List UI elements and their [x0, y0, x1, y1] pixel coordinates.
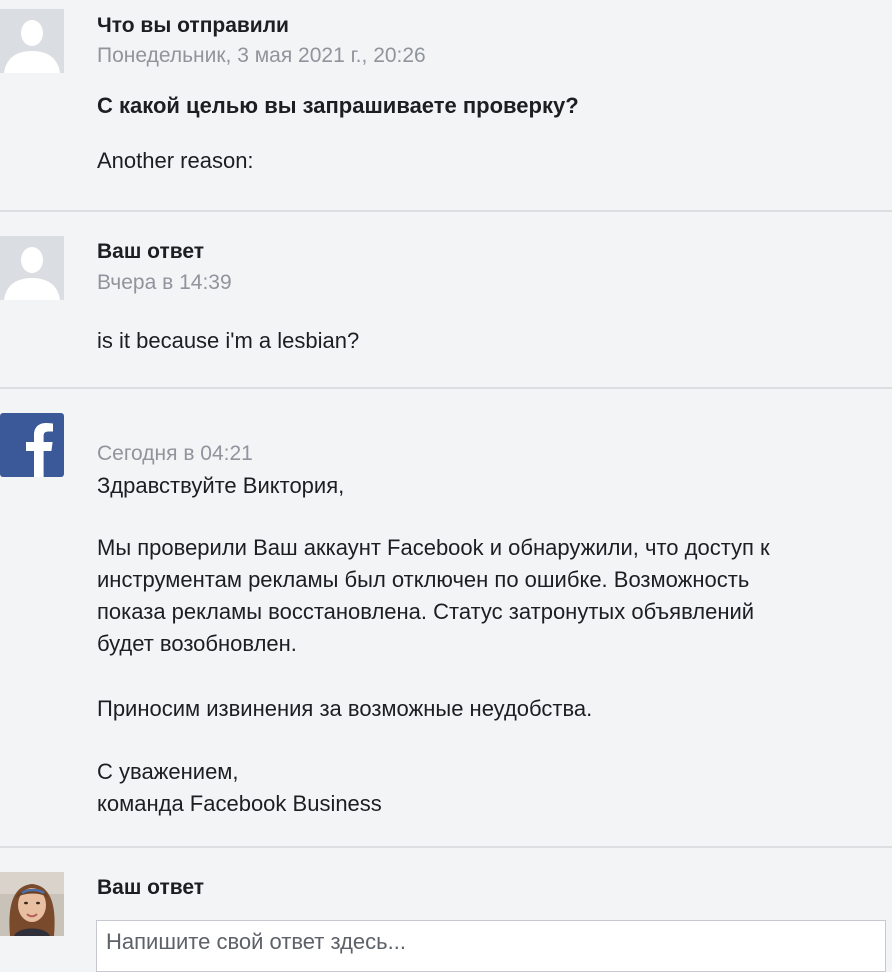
- apology-text: Приносим извинения за возможные неудобст…: [97, 696, 593, 721]
- answer-text: Another reason:: [97, 148, 254, 173]
- message-thread: Что вы отправили Понедельник, 3 мая 2021…: [0, 0, 892, 972]
- greeting-text: Здравствуйте Виктория,: [97, 473, 345, 498]
- message-divider: [0, 846, 892, 848]
- paragraph-line: инструментам рекламы был отключен по оши…: [97, 567, 750, 592]
- message-timestamp: Вчера в 14:39: [97, 271, 232, 294]
- reply-label: Ваш ответ: [97, 876, 205, 899]
- message-timestamp: Сегодня в 04:21: [97, 442, 253, 465]
- message-sender: Ваш ответ: [97, 240, 205, 263]
- user-photo-avatar: [0, 872, 64, 936]
- default-avatar-icon: [0, 9, 64, 73]
- message-body: is it because i'm a lesbian?: [97, 328, 360, 353]
- signature-text: команда Facebook Business: [97, 791, 382, 816]
- reply-input[interactable]: [96, 920, 886, 972]
- default-avatar-icon: [0, 236, 64, 300]
- message-divider: [0, 387, 892, 389]
- closing-text: С уважением,: [97, 759, 239, 784]
- message-divider: [0, 210, 892, 212]
- message-sender: Что вы отправили: [97, 14, 289, 37]
- facebook-logo-icon: [0, 413, 64, 477]
- message-paragraph: Мы проверили Ваш аккаунт Facebook и обна…: [97, 532, 882, 660]
- paragraph-line: будет возобновлен.: [97, 631, 297, 656]
- message-timestamp: Понедельник, 3 мая 2021 г., 20:26: [97, 44, 426, 67]
- paragraph-line: показа рекламы восстановлена. Статус зат…: [97, 599, 755, 624]
- paragraph-line: Мы проверили Ваш аккаунт Facebook и обна…: [97, 535, 770, 560]
- question-text: С какой целью вы запрашиваете проверку?: [97, 93, 579, 118]
